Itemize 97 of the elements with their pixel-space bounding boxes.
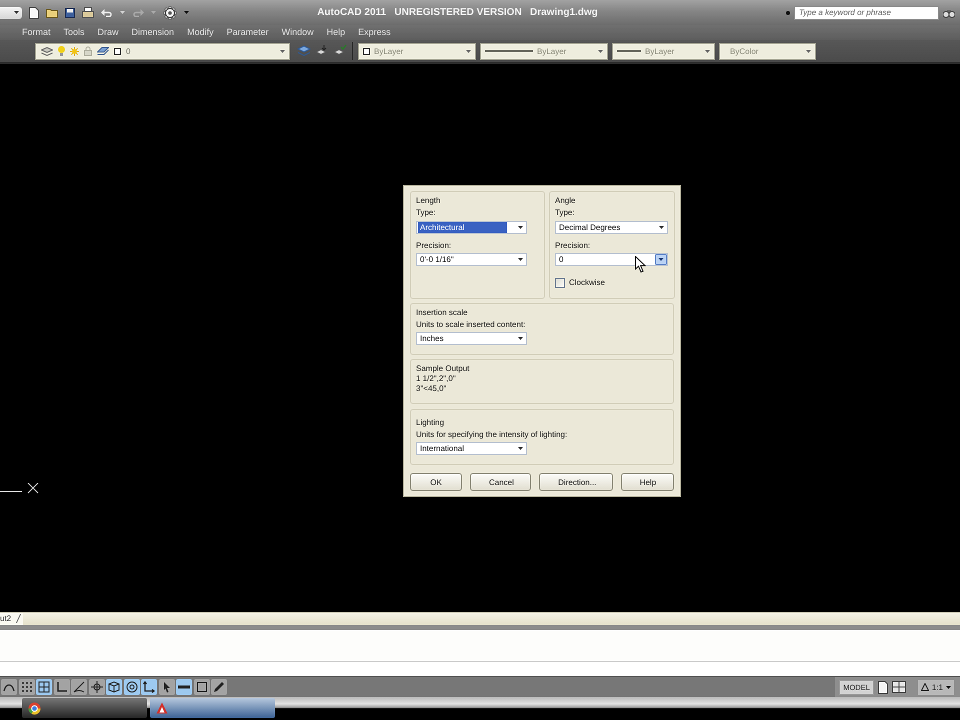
caret-icon <box>120 11 125 14</box>
layer-stack-icon <box>41 46 53 56</box>
field-label: Type: <box>555 207 575 218</box>
light-bulb-icon <box>58 46 65 56</box>
dialog-button[interactable]: Direction... <box>539 473 613 491</box>
menu-item[interactable]: Window <box>282 26 314 39</box>
triangle-logo-icon <box>156 702 168 714</box>
layer-sheet-icon <box>97 46 109 56</box>
crosshair-icon[interactable] <box>88 679 104 695</box>
gear-icon[interactable] <box>163 6 177 20</box>
menu-item[interactable]: Dimension <box>132 26 174 39</box>
menu-item[interactable]: Modify <box>187 26 214 39</box>
square-icon[interactable] <box>194 679 210 695</box>
angle-precision-dropdown[interactable]: 0 <box>555 253 668 266</box>
group-title: Angle <box>555 195 576 206</box>
search-field[interactable]: Type a keyword or phrase <box>794 6 939 20</box>
window-title: AutoCAD 2011 UNREGISTERED VERSION Drawing1.dwg <box>316 7 599 18</box>
dot-icon <box>786 10 790 14</box>
viewport-grid-icon[interactable] <box>892 681 906 693</box>
caret-icon <box>184 11 189 14</box>
command-input-field[interactable] <box>0 662 960 676</box>
field-label: Units for specifying the intensity of lighting: <box>416 429 568 440</box>
ring-logo-icon <box>28 702 41 714</box>
crosshair-cursor-icon <box>0 483 39 494</box>
dropdown-arrow-icon[interactable] <box>518 258 523 261</box>
axes-icon[interactable] <box>141 679 157 695</box>
sample-output-text: 3"<45,0" <box>416 384 446 394</box>
target-icon[interactable] <box>124 679 140 695</box>
curve-icon[interactable] <box>1 679 17 695</box>
corner-icon[interactable] <box>54 679 70 695</box>
lighting-units-dropdown[interactable]: International <box>416 442 527 455</box>
dropdown-arrow-icon[interactable] <box>518 226 523 229</box>
field-label: Type: <box>416 207 436 218</box>
pointer-icon[interactable] <box>158 679 174 695</box>
dialog-button[interactable]: Help <box>620 473 674 491</box>
color-swatch-icon <box>114 48 121 54</box>
layer-dropdown[interactable]: 0 <box>35 42 290 60</box>
group-title: Length <box>416 195 440 206</box>
group-title: Lighting <box>416 417 444 428</box>
grid-icon[interactable] <box>36 679 52 695</box>
taskbar-button[interactable] <box>150 698 275 718</box>
caret-icon <box>466 50 471 52</box>
color-dropdown[interactable]: ByLayer <box>358 42 476 60</box>
color-swatch-icon <box>363 48 370 54</box>
lineweight-dropdown[interactable]: ByLayer <box>612 42 715 60</box>
menu-item[interactable]: Express <box>358 26 391 39</box>
dropdown-arrow-icon[interactable] <box>518 447 523 450</box>
dialog-button[interactable]: Cancel <box>470 473 532 491</box>
lock-icon <box>84 46 92 56</box>
group-title: Insertion scale <box>416 307 468 318</box>
linetype-dropdown[interactable]: ByLayer <box>480 42 608 60</box>
caret-icon <box>280 50 285 52</box>
undo-icon[interactable] <box>101 8 113 17</box>
dropdown-arrow-icon[interactable] <box>659 226 664 229</box>
length-type-dropdown[interactable]: Architectural <box>416 221 527 234</box>
printer-icon[interactable] <box>82 7 94 18</box>
checkbox[interactable] <box>555 278 565 288</box>
menu-item[interactable]: Format <box>22 26 51 39</box>
line-sample-icon <box>485 50 533 52</box>
layers-icon[interactable] <box>297 44 311 58</box>
pen-icon[interactable] <box>211 679 227 695</box>
checkbox-label[interactable]: Clockwise <box>569 278 606 288</box>
menu-item[interactable]: Draw <box>98 26 119 39</box>
page-icon[interactable] <box>878 680 888 694</box>
sample-output-text: 1 1/2",2",0" <box>416 374 456 384</box>
sun-icon <box>70 46 79 56</box>
plot-style-dropdown[interactable]: ByColor <box>719 42 816 60</box>
cube-icon[interactable] <box>106 679 122 695</box>
insertion-units-dropdown[interactable]: Inches <box>416 332 527 345</box>
caret-icon <box>14 11 19 14</box>
length-precision-dropdown[interactable]: 0'-0 1/16" <box>416 253 527 266</box>
caret-icon <box>705 50 710 52</box>
mouse-pointer-icon <box>635 256 646 273</box>
line-sample-icon <box>617 50 641 52</box>
angle-type-dropdown[interactable]: Decimal Degrees <box>555 221 668 234</box>
layout-tab[interactable]: ut2 <box>0 613 24 625</box>
group-title: Sample Output <box>416 363 470 374</box>
caret-icon <box>946 686 951 688</box>
folder-icon[interactable] <box>46 8 58 18</box>
dialog-button[interactable]: OK <box>410 473 462 491</box>
taskbar-button[interactable] <box>22 698 147 718</box>
field-label: Precision: <box>416 240 452 251</box>
binoculars-icon[interactable] <box>943 8 955 18</box>
triangle-icon <box>920 683 929 691</box>
menu-item[interactable]: Tools <box>64 26 85 39</box>
arc-icon[interactable] <box>71 679 87 695</box>
workspace-dropdown[interactable] <box>0 6 22 18</box>
annotation-scale-dropdown[interactable]: 1:1 <box>918 680 954 694</box>
field-label: Units to scale inserted content: <box>416 319 526 330</box>
menu-item[interactable]: Parameter <box>226 26 269 39</box>
document-icon[interactable] <box>29 6 39 18</box>
dot-grid-icon[interactable] <box>18 679 34 695</box>
dropdown-arrow-icon[interactable] <box>518 337 523 340</box>
menu-item[interactable]: Help <box>326 26 346 39</box>
caret-icon <box>598 50 603 52</box>
caret-icon <box>806 50 811 52</box>
field-label: Precision: <box>555 240 590 251</box>
